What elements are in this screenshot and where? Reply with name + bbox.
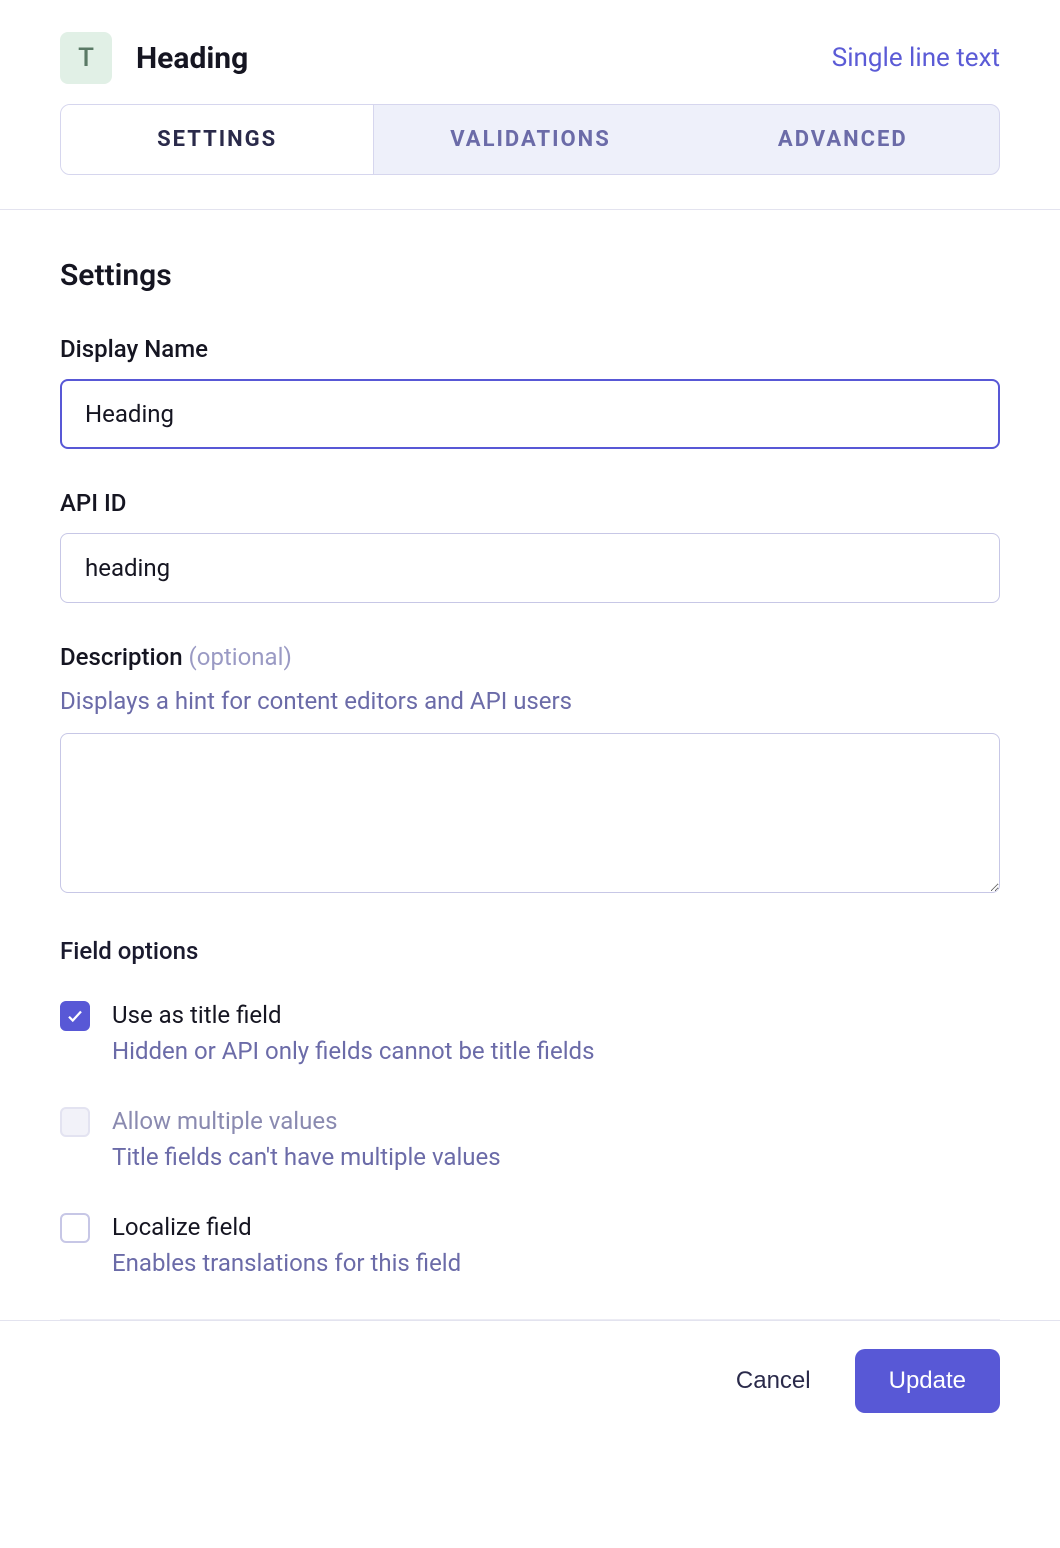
tab-validations[interactable]: VALIDATIONS (374, 105, 686, 174)
section-title: Settings (60, 258, 1000, 293)
description-hint: Displays a hint for content editors and … (60, 687, 1000, 715)
option-texts: Localize field Enables translations for … (112, 1213, 461, 1277)
tab-advanced[interactable]: ADVANCED (687, 105, 999, 174)
option-localize-field: Localize field Enables translations for … (60, 1213, 1000, 1277)
option-label: Use as title field (112, 1001, 594, 1029)
update-button[interactable]: Update (855, 1349, 1000, 1413)
option-texts: Use as title field Hidden or API only fi… (112, 1001, 594, 1065)
option-desc: Title fields can't have multiple values (112, 1143, 501, 1171)
page-title: Heading (136, 41, 248, 76)
checkbox-multiple-values (60, 1107, 90, 1137)
api-id-input[interactable] (60, 533, 1000, 603)
api-id-block: API ID (60, 489, 1000, 603)
panel-footer: Cancel Update (0, 1320, 1060, 1441)
display-name-block: Display Name (60, 335, 1000, 449)
field-options-title: Field options (60, 937, 1000, 965)
description-label: Description (optional) (60, 643, 1000, 671)
option-label: Localize field (112, 1213, 461, 1241)
option-desc: Hidden or API only fields cannot be titl… (112, 1037, 594, 1065)
type-badge-icon: T (60, 32, 112, 84)
panel-body: Settings Display Name API ID Description… (0, 209, 1060, 1320)
panel-header: T Heading Single line text (0, 0, 1060, 104)
option-multiple-values: Allow multiple values Title fields can't… (60, 1107, 1000, 1171)
option-texts: Allow multiple values Title fields can't… (112, 1107, 501, 1171)
option-title-field: Use as title field Hidden or API only fi… (60, 1001, 1000, 1065)
checkbox-title-field[interactable] (60, 1001, 90, 1031)
check-icon (66, 1007, 84, 1025)
display-name-label: Display Name (60, 335, 1000, 363)
description-textarea[interactable] (60, 733, 1000, 893)
tabs: SETTINGS VALIDATIONS ADVANCED (60, 104, 1000, 175)
display-name-input[interactable] (60, 379, 1000, 449)
option-label: Allow multiple values (112, 1107, 501, 1135)
description-block: Description (optional) Displays a hint f… (60, 643, 1000, 897)
divider (60, 1319, 1000, 1320)
header-left: T Heading (60, 32, 248, 84)
option-desc: Enables translations for this field (112, 1249, 461, 1277)
description-label-text: Description (60, 643, 183, 671)
cancel-button[interactable]: Cancel (732, 1357, 815, 1405)
api-id-label: API ID (60, 489, 1000, 517)
checkbox-localize-field[interactable] (60, 1213, 90, 1243)
tab-settings[interactable]: SETTINGS (61, 105, 374, 174)
field-type-label: Single line text (832, 43, 1000, 73)
field-editor-panel: T Heading Single line text SETTINGS VALI… (0, 0, 1060, 1441)
description-optional: (optional) (189, 643, 292, 671)
